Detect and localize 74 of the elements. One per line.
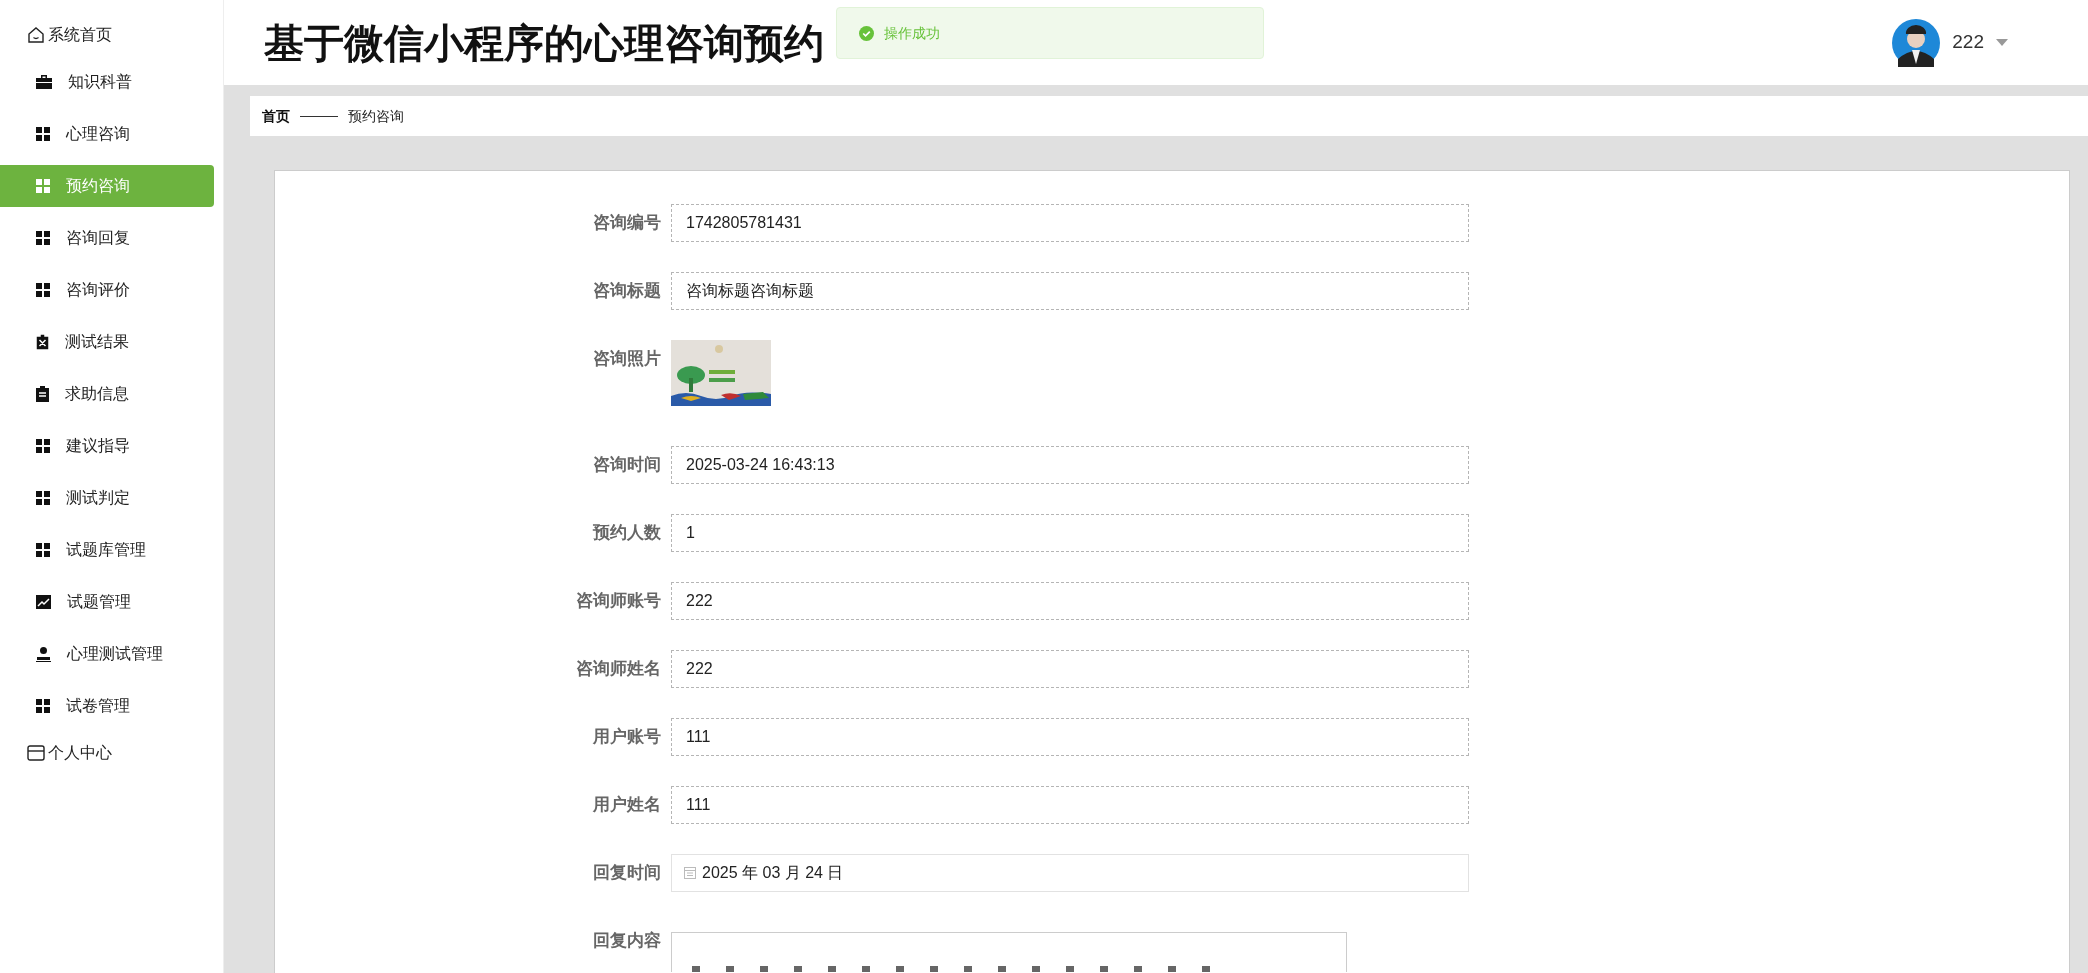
toolbar-icon[interactable] xyxy=(690,966,702,972)
sidebar-item[interactable]: 试题管理 xyxy=(0,581,214,623)
field-label: 用户姓名 xyxy=(593,794,661,817)
sidebar-item[interactable]: 系统首页 xyxy=(0,17,223,53)
calendar-icon xyxy=(684,867,696,879)
breadcrumb-link[interactable]: 首页 xyxy=(262,105,290,127)
user-icon xyxy=(36,646,51,662)
briefcase-icon xyxy=(36,75,52,89)
card-icon xyxy=(27,745,45,761)
chart-icon xyxy=(36,595,51,609)
sidebar-item[interactable]: 试卷管理 xyxy=(0,685,214,727)
sidebar-item[interactable]: 求助信息 xyxy=(0,373,214,415)
toolbar-icon[interactable] xyxy=(758,966,770,972)
breadcrumb-current: 预约咨询 xyxy=(348,106,404,126)
toolbar-icon[interactable] xyxy=(962,966,974,972)
input-field[interactable]: 2025-03-24 16:43:13 xyxy=(671,446,1469,484)
field-label: 咨询编号 xyxy=(593,212,661,235)
sidebar-item[interactable]: 知识科普 xyxy=(0,61,214,103)
sidebar-item[interactable]: 咨询回复 xyxy=(0,217,214,259)
sidebar-item[interactable]: 心理测试管理 xyxy=(0,633,214,675)
grid-icon xyxy=(36,543,50,557)
sidebar-item[interactable]: 咨询评价 xyxy=(0,269,214,311)
field-label: 咨询师账号 xyxy=(576,590,661,613)
toolbar-icon[interactable] xyxy=(792,966,804,972)
toolbar-icon[interactable] xyxy=(826,966,838,972)
check-circle-icon xyxy=(859,25,874,41)
field-label: 预约人数 xyxy=(593,522,661,545)
page-title: 基于微信小程序的心理咨询预约 xyxy=(264,19,824,67)
grid-icon xyxy=(36,127,50,141)
toolbar-icon[interactable] xyxy=(1132,966,1144,972)
toolbar-icon[interactable] xyxy=(1098,966,1110,972)
field-label: 咨询标题 xyxy=(593,280,661,303)
sidebar-item[interactable]: 测试结果 xyxy=(0,321,214,363)
toolbar-icon[interactable] xyxy=(860,966,872,972)
grid-icon xyxy=(36,179,50,193)
date-field[interactable]: 2025 年 03 月 24 日 xyxy=(671,854,1469,892)
caret-icon[interactable] xyxy=(1996,39,2008,46)
field-label: 回复内容 xyxy=(593,930,661,953)
toolbar-icon[interactable] xyxy=(894,966,906,972)
toolbar-icon[interactable] xyxy=(928,966,940,972)
sidebar-item[interactable]: 试题库管理 xyxy=(0,529,214,571)
field-label: 咨询师姓名 xyxy=(576,658,661,681)
sidebar-item[interactable]: 建议指导 xyxy=(0,425,214,467)
field-label: 咨询照片 xyxy=(593,348,661,371)
toast-message: 操作成功 xyxy=(884,23,940,43)
field-label: 回复时间 xyxy=(593,862,661,885)
toolbar-icon[interactable] xyxy=(996,966,1008,972)
input-field[interactable]: 222 xyxy=(671,650,1469,688)
sidebar-item[interactable]: 测试判定 xyxy=(0,477,214,519)
input-field[interactable]: 1742805781431 xyxy=(671,204,1469,242)
input-field[interactable]: 222 xyxy=(671,582,1469,620)
toolbar-icon[interactable] xyxy=(724,966,736,972)
field-label: 用户账号 xyxy=(593,726,661,749)
toolbar-icon[interactable] xyxy=(1200,966,1212,972)
toolbar-icon[interactable] xyxy=(1166,966,1178,972)
grid-icon xyxy=(36,283,50,297)
toolbar-icon[interactable] xyxy=(1030,966,1042,972)
clipboard-x-icon xyxy=(36,334,49,350)
user-name[interactable]: 222 xyxy=(1952,28,1984,57)
input-field[interactable]: 咨询标题咨询标题 xyxy=(671,272,1469,310)
input-field[interactable]: 111 xyxy=(671,718,1469,756)
input-field[interactable]: 1 xyxy=(671,514,1469,552)
input-field[interactable]: 111 xyxy=(671,786,1469,824)
grid-icon xyxy=(36,699,50,713)
home-icon xyxy=(27,26,45,44)
field-label: 咨询时间 xyxy=(593,454,661,477)
rich-text-editor[interactable] xyxy=(671,932,1347,972)
clipboard-icon xyxy=(36,386,49,402)
grid-icon xyxy=(36,491,50,505)
grid-icon xyxy=(36,439,50,453)
toolbar-icon[interactable] xyxy=(1064,966,1076,972)
sidebar-item[interactable]: 心理咨询 xyxy=(0,113,214,155)
grid-icon xyxy=(36,231,50,245)
sidebar-item[interactable]: 个人中心 xyxy=(0,735,223,771)
